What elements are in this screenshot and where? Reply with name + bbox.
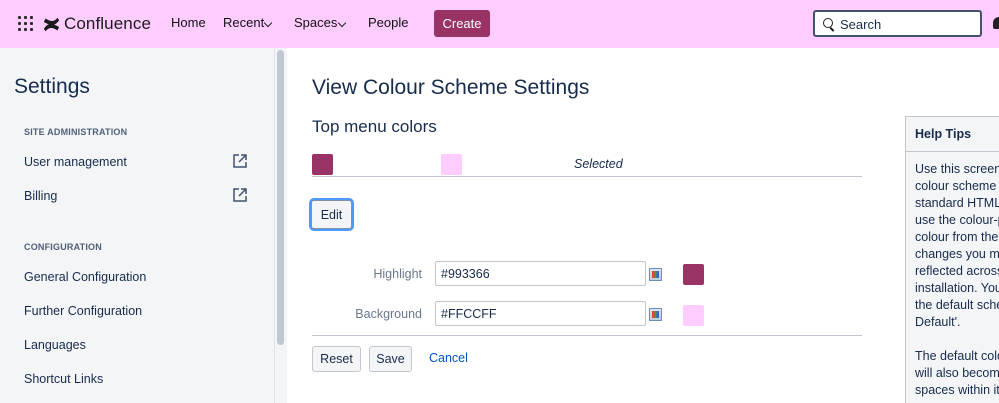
help-tips-title: Help Tips: [915, 127, 972, 141]
help-text-line: Default'.: [915, 315, 961, 329]
reset-button[interactable]: Reset: [312, 346, 361, 372]
nav-item-spaces[interactable]: Spaces: [294, 15, 337, 30]
color-picker-icon[interactable]: [649, 308, 662, 321]
settings-sidebar: Settings SITE ADMINISTRATION User manage…: [0, 48, 287, 403]
background-color-input[interactable]: [435, 301, 646, 326]
highlight-color-swatch: [683, 264, 704, 285]
nav-item-people[interactable]: People: [368, 15, 408, 30]
sidebar-item-further-configuration[interactable]: Further Configuration: [24, 304, 142, 318]
background-label: Background: [355, 307, 422, 321]
sidebar-item-shortcut-links[interactable]: Shortcut Links: [24, 372, 103, 386]
help-text-line: standard HTML/: [915, 196, 999, 210]
app-switcher-grid-icon[interactable]: [18, 16, 33, 31]
search-input[interactable]: [840, 16, 978, 33]
app-name: Confluence: [64, 14, 152, 33]
bell-icon[interactable]: [993, 17, 999, 29]
divider: [312, 176, 862, 177]
highlight-color-input[interactable]: [435, 261, 646, 286]
preview-background-swatch: [441, 154, 462, 175]
help-text-line: use the colour-p: [915, 213, 999, 227]
help-tips-panel: Help Tips Use this screen t colour schem…: [905, 116, 999, 403]
help-text-line: installation. You c: [915, 281, 999, 295]
sidebar-item-user-management[interactable]: User management: [24, 155, 127, 169]
save-button[interactable]: Save: [369, 346, 412, 372]
help-text-line: changes you ma: [915, 247, 999, 261]
confluence-logo-icon: [43, 17, 60, 31]
search-icon: [823, 18, 833, 28]
help-text-gap: [915, 331, 999, 348]
sidebar-scrollbar-thumb[interactable]: [277, 50, 284, 345]
sidebar-item-billing[interactable]: Billing: [24, 189, 57, 203]
external-link-icon[interactable]: [232, 187, 248, 203]
highlight-label: Highlight: [373, 267, 422, 281]
background-color-swatch: [683, 305, 704, 326]
recent-chevron-down-icon[interactable]: [263, 18, 273, 28]
help-text-line: the default schem: [915, 298, 999, 312]
help-tips-header: Help Tips: [906, 117, 999, 152]
help-tips-body: Use this screen t colour scheme o standa…: [915, 161, 999, 399]
nav-item-recent[interactable]: Recent: [223, 15, 264, 30]
confluence-logo[interactable]: Confluence: [43, 13, 151, 35]
help-text-line: spaces within it.: [915, 383, 999, 397]
help-text-line: Use this screen t: [915, 162, 999, 176]
section-title: Top menu colors: [312, 117, 437, 136]
page-title: View Colour Scheme Settings: [312, 76, 590, 99]
section-heading-configuration: CONFIGURATION: [24, 242, 102, 252]
section-heading-site-administration: SITE ADMINISTRATION: [24, 127, 128, 137]
help-text-line: reflected across: [915, 264, 999, 278]
preview-highlight-swatch: [312, 154, 333, 175]
help-text-line: colour scheme o: [915, 179, 999, 193]
cancel-link[interactable]: Cancel: [429, 351, 468, 365]
divider: [312, 335, 862, 336]
sidebar-item-general-configuration[interactable]: General Configuration: [24, 270, 146, 284]
color-picker-icon[interactable]: [649, 268, 662, 281]
help-text-line: colour from the p: [915, 230, 999, 244]
nav-item-home[interactable]: Home: [171, 15, 206, 30]
sidebar-title: Settings: [14, 75, 90, 98]
create-button[interactable]: Create: [434, 10, 490, 37]
edit-button[interactable]: Edit: [311, 200, 352, 229]
help-text-line: The default colo: [915, 349, 999, 363]
top-navigation-bar: Confluence Home Recent Spaces People Cre…: [0, 0, 999, 48]
search-box[interactable]: [813, 10, 982, 37]
spaces-chevron-down-icon[interactable]: [337, 18, 347, 28]
selected-label: Selected: [574, 157, 623, 171]
external-link-icon[interactable]: [232, 153, 248, 169]
help-text-line: will also become: [915, 366, 999, 380]
sidebar-item-languages[interactable]: Languages: [24, 338, 86, 352]
